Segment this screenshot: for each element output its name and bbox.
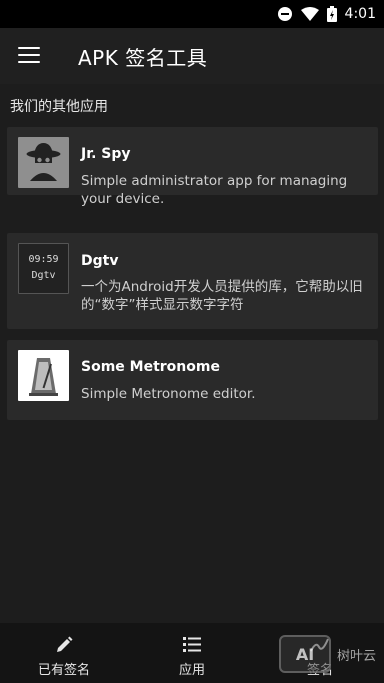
tab-existing-signatures[interactable]: 已有签名 (0, 623, 128, 683)
watermark: AI 树叶云 (278, 635, 376, 673)
menu-icon[interactable] (18, 47, 40, 65)
app-description: Simple Metronome editor. (81, 386, 256, 402)
status-icons: 4:01 (277, 4, 376, 24)
list-icon (183, 637, 201, 652)
pencil-icon (57, 636, 73, 652)
status-time: 4:01 (344, 6, 376, 22)
icon-clock-text: 09:59 (28, 254, 59, 265)
watermark-text: 树叶云 (336, 648, 376, 664)
tab-label: 应用 (178, 663, 205, 678)
tab-label: 已有签名 (37, 663, 90, 678)
app-description: Simple administrator app for managing yo… (81, 173, 348, 207)
wifi-icon (300, 7, 319, 21)
app-description: 一个为Android开发人员提供的库，它帮助以旧的“数字”样式显示数字字符 (81, 279, 363, 313)
app-card-some-metronome[interactable]: Some Metronome Simple Metronome editor. (7, 340, 378, 420)
spy-icon (18, 137, 69, 188)
section-title: 我们的其他应用 (10, 99, 108, 115)
status-bar: 4:01 (0, 0, 384, 28)
digital-clock-icon: 09:59 Dgtv (18, 243, 69, 294)
app-name: Dgtv (81, 253, 119, 269)
app-bar: APK 签名工具 (0, 28, 384, 84)
watermark-badge: AI (278, 635, 331, 673)
tab-apps[interactable]: 应用 (128, 623, 256, 683)
app-card-dgtv[interactable]: 09:59 Dgtv Dgtv 一个为Android开发人员提供的库，它帮助以旧… (7, 233, 378, 329)
app-name: Jr. Spy (81, 146, 131, 162)
app-name: Some Metronome (81, 359, 220, 375)
icon-brand-text: Dgtv (31, 270, 56, 281)
do-not-disturb-icon (277, 7, 292, 21)
app-card-jr-spy[interactable]: Jr. Spy Simple administrator app for man… (7, 127, 378, 207)
metronome-icon (18, 350, 69, 401)
page-title: APK 签名工具 (78, 46, 208, 70)
battery-charging-icon (326, 6, 337, 22)
